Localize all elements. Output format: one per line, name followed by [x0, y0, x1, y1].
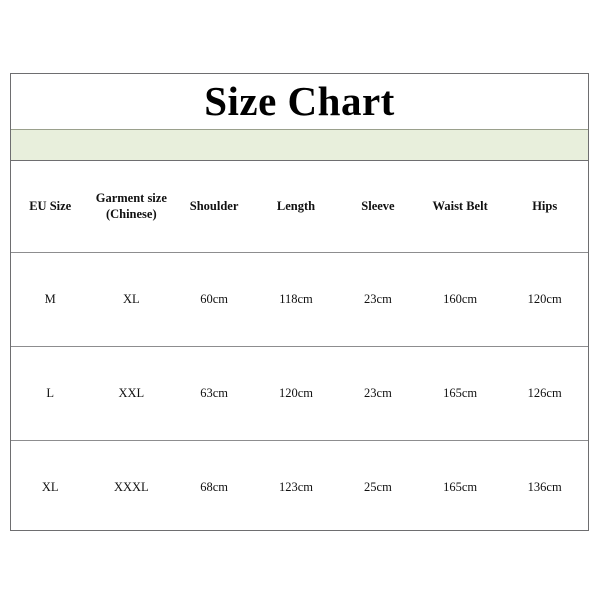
cell-waist-belt: 165cm: [443, 480, 478, 495]
cell-garment-size: XXXL: [113, 480, 149, 495]
column-header-waist-belt: Waist Belt: [418, 161, 502, 253]
page-title: Size Chart: [204, 78, 395, 124]
size-chart-container: Size Chart EU Size Garment size (Chinese…: [10, 73, 589, 531]
cell-hips: 120cm: [501, 252, 588, 347]
cell-hips: 136cm: [527, 480, 562, 495]
column-header-sleeve: Sleeve: [336, 161, 419, 253]
cell-length: 118cm: [255, 252, 337, 347]
cell-garment-size: XL: [89, 252, 174, 347]
column-header-shoulder-line1: Shoulder: [189, 198, 239, 213]
header-row: EU Size Garment size (Chinese) Shoulder …: [11, 161, 588, 253]
column-header-waist-belt-line1: Waist Belt: [432, 198, 488, 213]
cell-waist-belt: 165cm: [418, 346, 502, 441]
cell-shoulder: 63cm: [173, 346, 256, 441]
cell-garment-size: XXL: [89, 346, 174, 441]
cell-waist-belt: 160cm: [418, 252, 502, 347]
column-header-garment-size: Garment size (Chinese): [89, 161, 174, 253]
cell-eu-size: L: [11, 346, 90, 441]
column-header-garment-size-line1: Garment size: [95, 190, 167, 205]
cell-length: 120cm: [255, 346, 337, 441]
column-header-hips-line1: Hips: [532, 198, 558, 213]
cell-sleeve: 25cm: [364, 480, 392, 495]
table-row: XL XXXL 68cm 123cm 25cm 165cm 136cm: [11, 441, 588, 535]
column-header-hips: Hips: [501, 161, 588, 253]
table-row: M XL 60cm 118cm 23cm 160cm 120cm: [11, 252, 588, 347]
cell-eu-size: M: [11, 252, 90, 347]
size-chart-table: EU Size Garment size (Chinese) Shoulder …: [11, 161, 588, 534]
cell-hips: 126cm: [501, 346, 588, 441]
column-header-eu-size: EU Size: [11, 161, 90, 253]
column-header-shoulder: Shoulder: [173, 161, 256, 253]
table-header: EU Size Garment size (Chinese) Shoulder …: [11, 161, 588, 253]
table-row: L XXL 63cm 120cm 23cm 165cm 126cm: [11, 346, 588, 441]
column-header-garment-size-line2: (Chinese): [105, 206, 157, 221]
cell-sleeve: 23cm: [336, 252, 419, 347]
column-header-eu-size-line1: EU Size: [29, 198, 72, 213]
accent-band: [11, 129, 588, 161]
column-header-length-line1: Length: [276, 198, 316, 213]
column-header-length: Length: [255, 161, 337, 253]
cell-sleeve: 23cm: [336, 346, 419, 441]
table-body: M XL 60cm 118cm 23cm 160cm 120cm L XXL 6…: [11, 252, 588, 535]
cell-shoulder: 60cm: [173, 252, 256, 347]
cell-eu-size: XL: [41, 480, 59, 495]
title-row: Size Chart: [11, 74, 588, 129]
column-header-sleeve-line1: Sleeve: [361, 198, 395, 213]
cell-length: 123cm: [278, 480, 314, 495]
size-chart-page: Size Chart EU Size Garment size (Chinese…: [0, 0, 600, 600]
cell-shoulder: 68cm: [200, 480, 228, 495]
